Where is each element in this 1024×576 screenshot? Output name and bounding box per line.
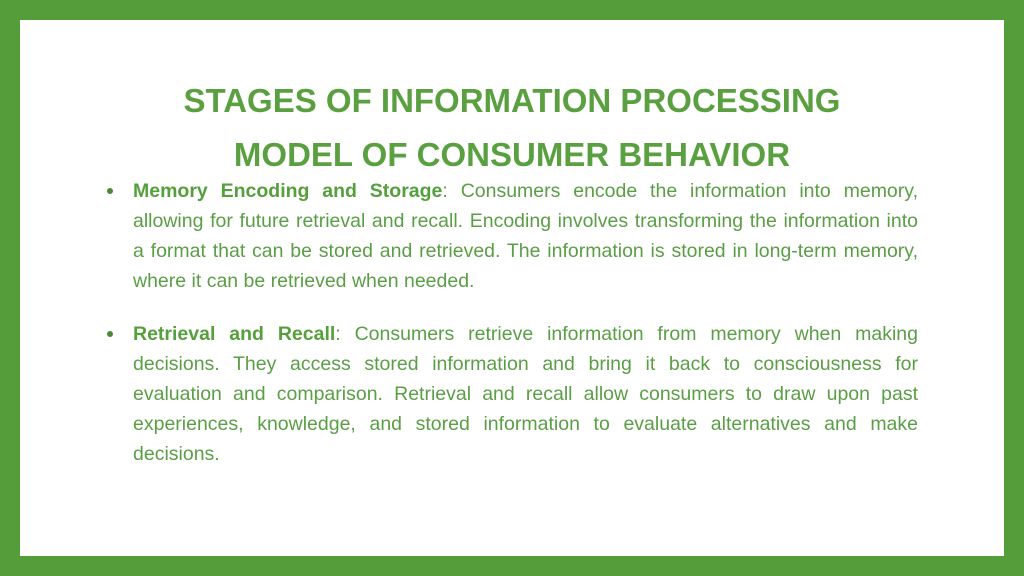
title-line-1: STAGES OF INFORMATION PROCESSING xyxy=(183,82,841,119)
slide-title: STAGES OF INFORMATION PROCESSING MODEL O… xyxy=(20,74,1004,182)
bullet-separator: : xyxy=(442,180,461,202)
bullet-icon xyxy=(107,188,113,194)
bullet-list: Memory Encoding and Storage: Consumers e… xyxy=(104,176,918,492)
slide: STAGES OF INFORMATION PROCESSING MODEL O… xyxy=(20,20,1004,556)
bullet-item-retrieval-recall: Retrieval and Recall: Consumers retrieve… xyxy=(104,319,918,469)
bullet-term: Retrieval and Recall xyxy=(133,323,336,345)
bullet-separator: : xyxy=(335,323,355,345)
title-line-2: MODEL OF CONSUMER BEHAVIOR xyxy=(233,136,791,173)
bullet-item-memory-encoding: Memory Encoding and Storage: Consumers e… xyxy=(104,176,918,296)
bullet-term: Memory Encoding and Storage xyxy=(133,180,443,202)
bullet-icon xyxy=(107,331,113,337)
